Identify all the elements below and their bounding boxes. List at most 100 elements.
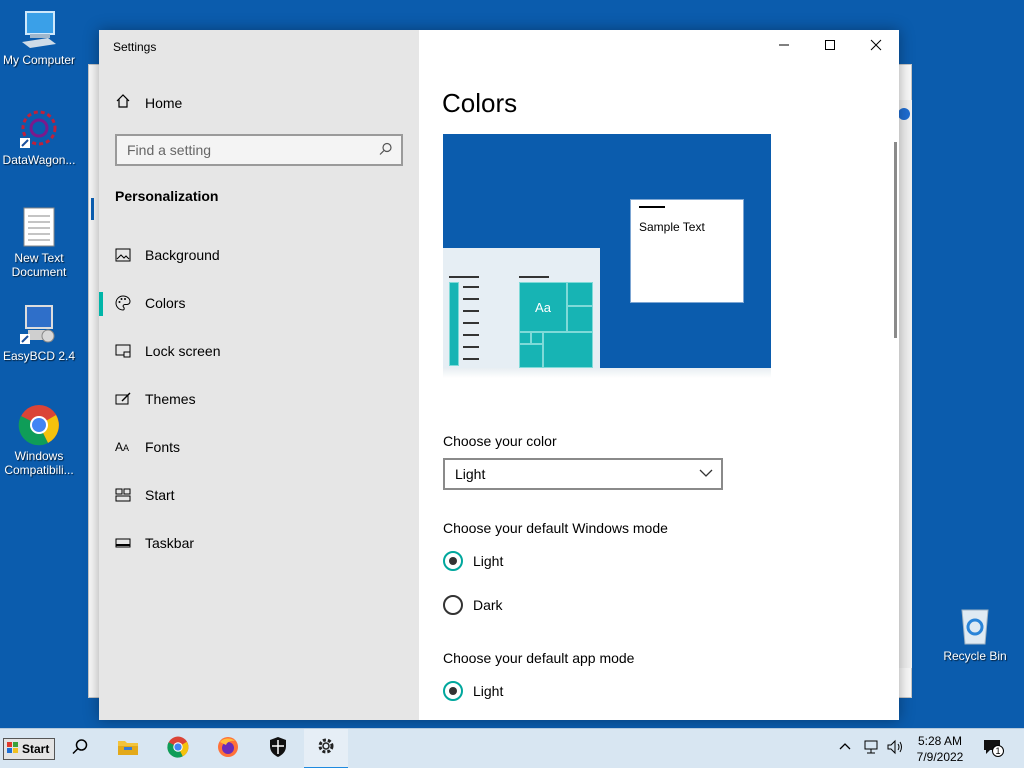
preview-line (463, 346, 479, 348)
preview-tile (531, 332, 543, 344)
preview-tile-aa: Aa (519, 282, 567, 332)
preview-window-bar (639, 206, 665, 208)
windows-logo-icon (6, 741, 20, 758)
chevron-down-icon (699, 466, 713, 483)
preview-taskbar-strip (443, 368, 771, 378)
start-button[interactable]: Start (3, 738, 55, 760)
desktop-icon-recycle-bin[interactable]: Recycle Bin (936, 604, 1014, 663)
radio-label: Light (473, 553, 504, 569)
app-mode-label: Choose your default app mode (443, 650, 635, 666)
nav-item-start[interactable]: Start (115, 483, 175, 507)
computer-icon (18, 8, 60, 50)
content-scrollbar[interactable] (894, 142, 897, 338)
recycle-bin-icon (954, 604, 996, 646)
nav-item-label: Fonts (145, 439, 181, 455)
taskbar-chrome[interactable] (156, 729, 200, 768)
nav-active-indicator (99, 292, 103, 316)
desktop-icon-windows-compatibility[interactable]: Windows Compatibili... (0, 404, 78, 477)
home-icon (115, 93, 131, 112)
taskbar-firefox[interactable] (206, 729, 250, 768)
desktop-icon-my-computer[interactable]: My Computer (0, 8, 78, 67)
text-document-icon (18, 206, 60, 248)
preview-line (463, 298, 479, 300)
desktop-icon-label: EasyBCD 2.4 (2, 349, 76, 363)
app-mode-light-radio[interactable]: Light (443, 681, 503, 701)
choose-color-label: Choose your color (443, 433, 557, 449)
nav-item-label: Taskbar (145, 535, 195, 551)
taskbar-file-explorer[interactable] (106, 729, 150, 768)
preview-line (519, 276, 549, 278)
search-input[interactable]: Find a setting (115, 134, 403, 166)
notification-count: 1 (992, 745, 1004, 757)
preview-line (463, 310, 479, 312)
desktop-icon-label: My Computer (2, 53, 76, 67)
settings-content: Colors Aa Sample Text Choose your color … (419, 30, 899, 720)
gear-icon (316, 736, 336, 761)
desktop-icon-label: Windows Compatibili... (4, 449, 74, 477)
tray-network[interactable] (862, 739, 880, 758)
page-title: Colors (442, 88, 518, 118)
radio-unselected-icon (443, 595, 463, 615)
taskbar-icon (115, 535, 131, 551)
radio-selected-icon (443, 551, 463, 571)
radio-label: Dark (473, 597, 503, 613)
preview-line (463, 286, 479, 288)
image-icon (115, 247, 131, 263)
nav-item-taskbar[interactable]: Taskbar (115, 531, 194, 555)
taskbar-search-button[interactable] (58, 729, 102, 768)
preview-line (463, 322, 479, 324)
shield-icon (268, 736, 288, 763)
nav-item-label: Themes (145, 391, 196, 407)
preview-tile-column (449, 282, 459, 366)
preview-tile (519, 344, 543, 368)
section-scroll-indicator (91, 198, 94, 220)
taskbar-settings[interactable] (304, 729, 348, 768)
taskbar-security[interactable] (256, 729, 300, 768)
color-preview: Aa Sample Text (443, 134, 771, 368)
windows-mode-label: Choose your default Windows mode (443, 520, 668, 536)
font-icon: AA (115, 440, 130, 454)
nav-item-label: Background (145, 247, 220, 263)
preview-tile (567, 306, 593, 332)
nav-item-fonts[interactable]: AA Fonts (115, 435, 180, 459)
preview-tile (519, 332, 531, 344)
clock-time: 5:28 AM (917, 734, 963, 748)
desktop-icon-datawagon[interactable]: DataWagon... (0, 108, 78, 167)
choose-color-dropdown[interactable]: Light (443, 458, 723, 490)
nav-home[interactable]: Home (115, 93, 182, 112)
preview-line (463, 358, 479, 360)
lock-screen-icon (115, 343, 131, 359)
windows-mode-light-radio[interactable]: Light (443, 551, 503, 571)
taskbar: Start 5:28 AM 7/9/2022 1 (0, 728, 1024, 768)
folder-icon (117, 737, 139, 762)
taskbar-clock[interactable]: 5:28 AM 7/9/2022 (912, 733, 968, 765)
preview-window: Sample Text (630, 199, 744, 303)
palette-icon (115, 295, 131, 311)
brush-icon (115, 391, 131, 407)
chrome-icon (167, 736, 189, 763)
nav-item-colors[interactable]: Colors (115, 291, 185, 315)
settings-sidebar: Settings Home Find a setting Personaliza… (91, 30, 419, 720)
start-label: Start (22, 742, 50, 756)
notification-icon: 1 (982, 738, 1004, 758)
tray-overflow-button[interactable] (838, 739, 852, 756)
search-icon (379, 142, 393, 159)
action-center-button[interactable]: 1 (982, 738, 1004, 759)
desktop-icon-easybcd[interactable]: EasyBCD 2.4 (0, 304, 78, 363)
windows-mode-dark-radio[interactable]: Dark (443, 595, 503, 615)
preview-sample-text: Sample Text (639, 220, 705, 234)
tray-volume[interactable] (886, 739, 904, 758)
preview-tile (543, 332, 593, 368)
nav-item-label: Lock screen (145, 343, 221, 359)
nav-item-lock-screen[interactable]: Lock screen (115, 339, 220, 363)
nav-item-themes[interactable]: Themes (115, 387, 196, 411)
start-tiles-icon (115, 487, 131, 503)
settings-window: Settings Home Find a setting Personaliza… (91, 30, 899, 720)
preview-tile (567, 282, 593, 306)
nav-item-background[interactable]: Background (115, 243, 220, 267)
radio-selected-icon (443, 681, 463, 701)
choose-color-value: Light (455, 466, 486, 482)
desktop-icon-new-text-document[interactable]: New Text Document (0, 206, 78, 279)
nav-item-label: Colors (145, 295, 186, 311)
preview-start-menu: Aa (443, 248, 600, 368)
